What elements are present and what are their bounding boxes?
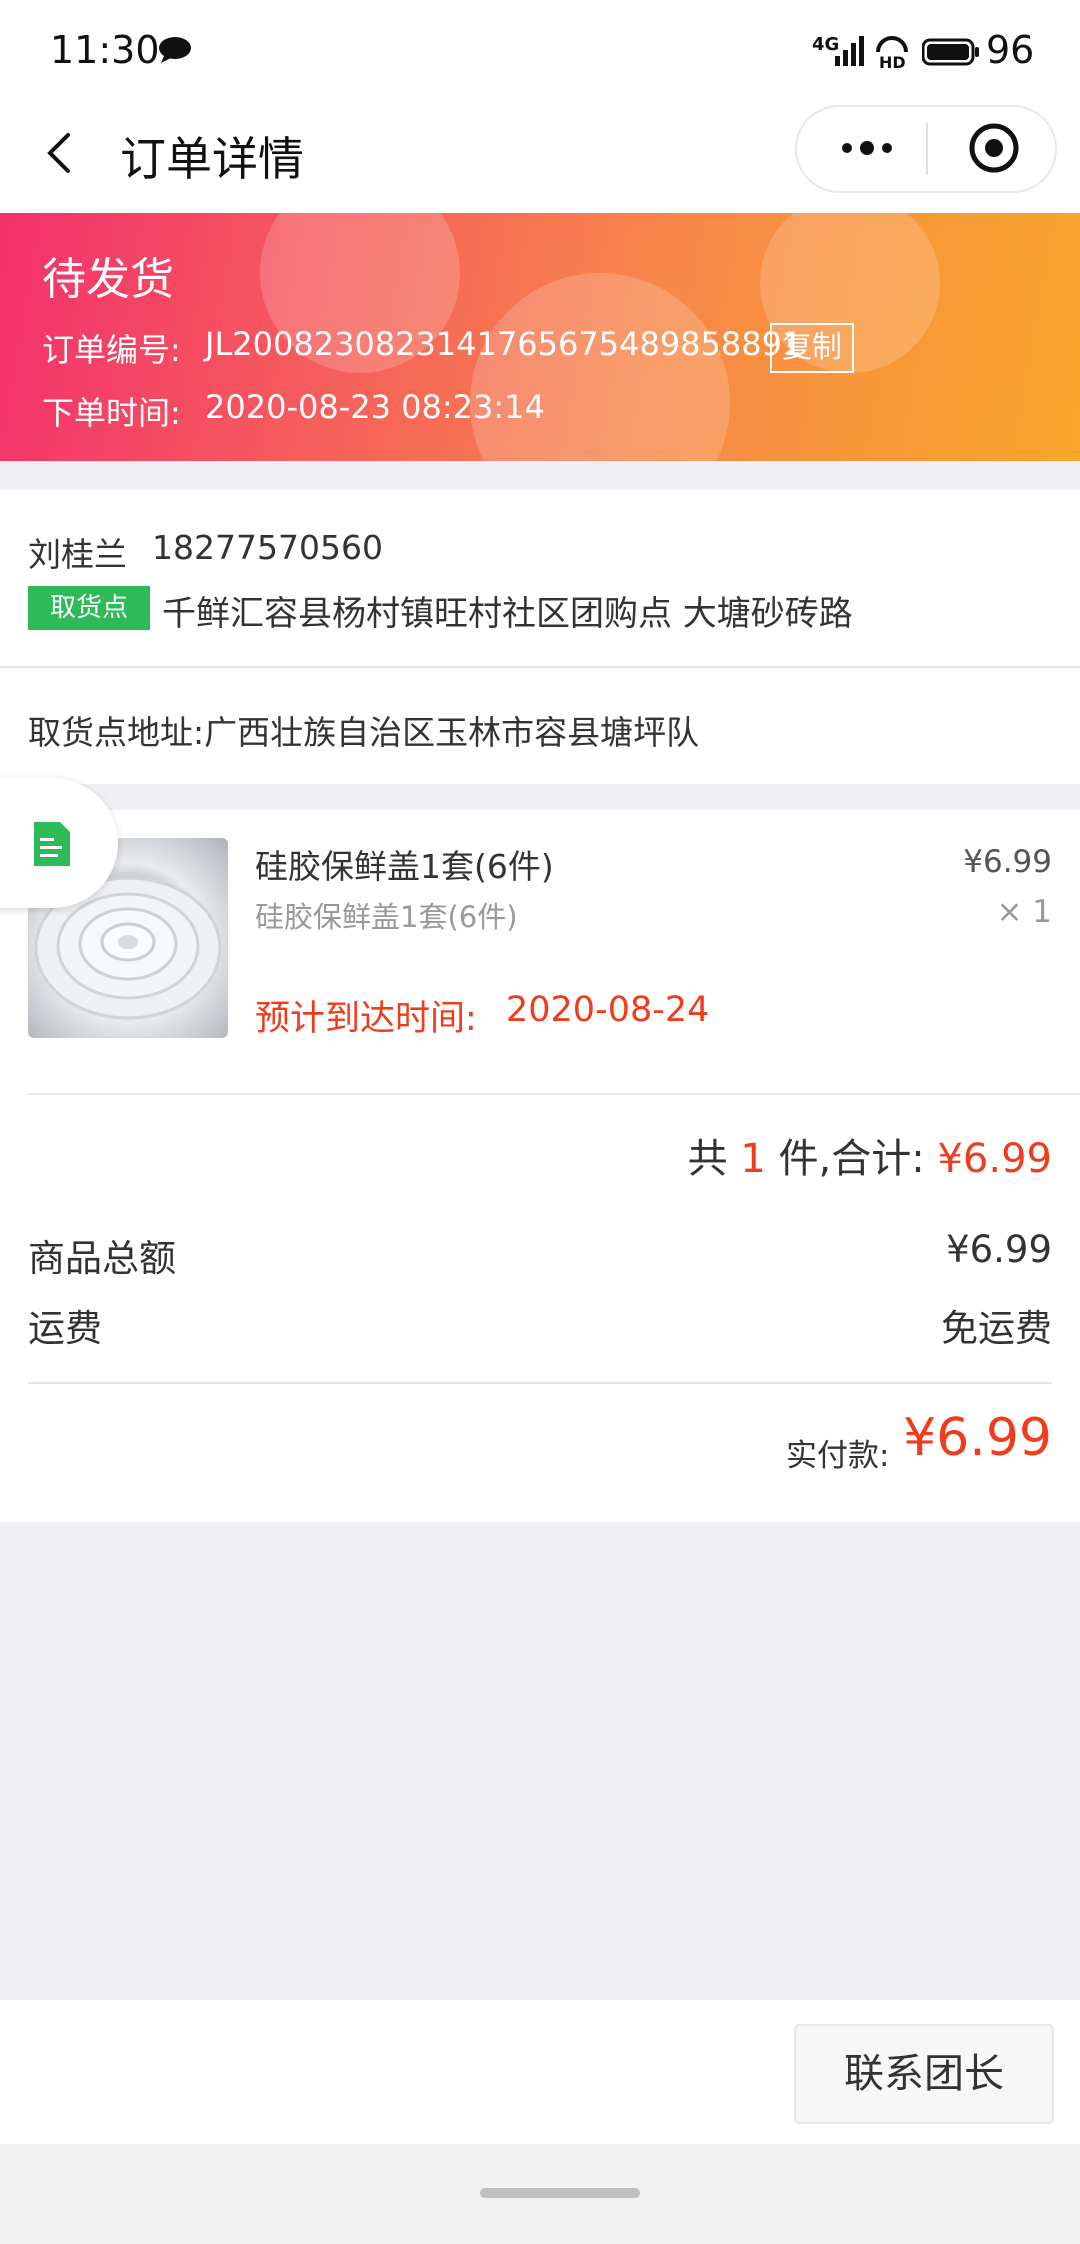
shipping-label: 运费 <box>28 1307 102 1350</box>
message-icon <box>159 37 191 63</box>
divider <box>28 1093 1080 1095</box>
divider <box>28 1382 1052 1384</box>
order-count-total: 共 1 件,合计: ¥6.99 <box>688 1126 1052 1184</box>
pickup-address: 取货点地址:广西壮族自治区玉林市容县塘坪队 <box>28 713 700 752</box>
signal-icon <box>835 36 864 66</box>
product-price: ¥6.99 <box>963 844 1052 880</box>
order-status-banner: 待发货 订单编号: JL2008230823141765675489858891… <box>0 213 1080 461</box>
copy-button[interactable]: 复制 <box>770 323 854 373</box>
order-number: JL2008230823141765675489858891 <box>205 325 803 363</box>
product-name: 硅胶保鲜盖1套(6件) <box>255 847 554 886</box>
nav-bar: 订单详情 <box>0 105 1080 213</box>
back-icon[interactable] <box>40 123 80 183</box>
svg-text:HD: HD <box>879 53 906 70</box>
product-spec: 硅胶保鲜盖1套(6件) <box>255 900 518 934</box>
status-bar: 11:30 4G HD 96 <box>0 0 1080 105</box>
hd-icon: HD <box>876 36 908 70</box>
eta-label: 预计到达时间: <box>255 999 477 1039</box>
item-count: 1 <box>740 1136 766 1182</box>
order-time: 2020-08-23 08:23:14 <box>205 388 545 426</box>
order-total: ¥6.99 <box>937 1136 1052 1182</box>
paid-label: 实付款: <box>786 1438 890 1474</box>
order-time-label: 下单时间: <box>42 394 181 432</box>
eta-date: 2020-08-24 <box>506 990 710 1030</box>
contact-leader-button[interactable]: 联系团长 <box>794 2024 1054 2124</box>
goods-card: 硅胶保鲜盖1套(6件) 硅胶保鲜盖1套(6件) ¥6.99 × 1 预计到达时间… <box>0 810 1080 1522</box>
battery-icon <box>922 38 979 66</box>
page-title: 订单详情 <box>120 132 304 186</box>
count-suffix: 件,合计: <box>778 1136 925 1182</box>
shipping-value: 免运费 <box>941 1307 1052 1350</box>
product-quantity: × 1 <box>996 894 1052 930</box>
pickup-badge: 取货点 <box>28 586 150 630</box>
paid-amount: ¥6.99 <box>903 1408 1052 1468</box>
subtotal-value: ¥6.99 <box>946 1228 1052 1271</box>
order-status: 待发货 <box>42 254 174 305</box>
target-icon[interactable] <box>967 121 1021 175</box>
pickup-point-name: 千鲜汇容县杨村镇旺村社区团购点 大塘砂砖路 <box>162 594 853 634</box>
more-icon[interactable] <box>837 135 897 161</box>
customer-card: 刘桂兰 18277570560 取货点 千鲜汇容县杨村镇旺村社区团购点 大塘砂砖… <box>0 490 1080 666</box>
battery-level: 96 <box>986 28 1035 72</box>
capsule-divider <box>926 123 928 175</box>
home-indicator[interactable] <box>480 2188 640 2198</box>
order-number-label: 订单编号: <box>42 331 181 369</box>
subtotal-label: 商品总额 <box>28 1237 176 1280</box>
customer-phone: 18277570560 <box>152 528 383 567</box>
document-icon <box>34 822 70 866</box>
pickup-address-row: 取货点地址:广西壮族自治区玉林市容县塘坪队 <box>0 668 1080 784</box>
mini-program-capsule <box>795 105 1057 193</box>
bottom-action-bar: 联系团长 <box>0 2000 1080 2144</box>
status-time: 11:30 <box>50 28 160 72</box>
customer-name: 刘桂兰 <box>28 535 127 574</box>
count-prefix: 共 <box>687 1136 728 1182</box>
banner-decoration <box>470 273 730 461</box>
